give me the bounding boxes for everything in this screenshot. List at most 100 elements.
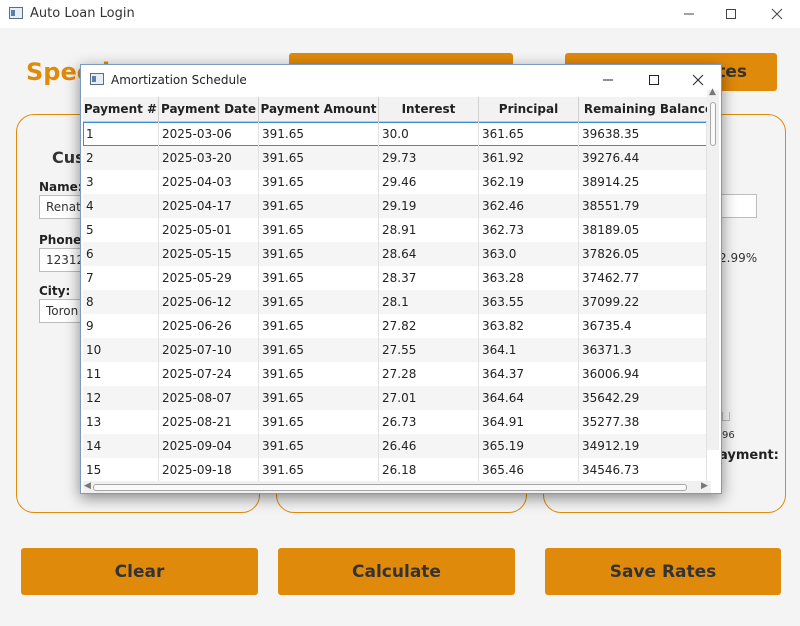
table-cell: 391.65 (259, 386, 379, 410)
table-cell: 2025-05-15 (159, 242, 259, 266)
minimize-icon (684, 13, 694, 15)
table-cell: 2025-03-06 (159, 122, 259, 146)
horizontal-scroll-thumb[interactable] (93, 484, 687, 491)
scroll-right-icon[interactable]: ▶ (701, 481, 708, 491)
table-row[interactable]: 8 2025-06-12 391.65 28.1 363.55 37099.22 (83, 290, 707, 314)
rate-value-text: 2.99% (719, 251, 758, 265)
maximize-button[interactable] (708, 0, 754, 28)
table-body: 1 2025-03-06 391.65 30.0 361.65 39638.35 2 2025… (83, 122, 707, 481)
table-cell: 35277.38 (579, 410, 707, 434)
table-cell: 2025-06-12 (159, 290, 259, 314)
table-cell: 29.19 (379, 194, 479, 218)
table-row[interactable]: 3 2025-04-03 391.65 29.46 362.19 38914.25 (83, 170, 707, 194)
table-cell: 391.65 (259, 194, 379, 218)
table-cell: 27.28 (379, 362, 479, 386)
close-button[interactable] (754, 0, 800, 28)
table-cell: 38914.25 (579, 170, 707, 194)
minimize-icon (603, 79, 613, 81)
table-cell: 35642.29 (579, 386, 707, 410)
table-cell: 391.65 (259, 290, 379, 314)
table-row[interactable]: 15 2025-09-18 391.65 26.18 365.46 34546.73 (83, 458, 707, 481)
table-cell: 391.65 (259, 170, 379, 194)
table-cell: 2025-08-07 (159, 386, 259, 410)
save-rates-button[interactable]: Save Rates (545, 548, 781, 595)
minimize-button[interactable] (666, 0, 712, 28)
main-title-bar: Auto Loan Login (0, 0, 800, 28)
table-row[interactable]: 6 2025-05-15 391.65 28.64 363.0 37826.05 (83, 242, 707, 266)
scroll-up-icon[interactable]: ▲ (709, 87, 716, 97)
table-row[interactable]: 9 2025-06-26 391.65 27.82 363.82 36735.4 (83, 314, 707, 338)
table-cell: 4 (83, 194, 159, 218)
table-cell: 362.46 (479, 194, 579, 218)
column-header[interactable]: Payment # (83, 97, 159, 121)
table-cell: 2025-09-04 (159, 434, 259, 458)
dialog-minimize-button[interactable] (585, 65, 631, 95)
table-cell: 2025-04-17 (159, 194, 259, 218)
table-row[interactable]: 13 2025-08-21 391.65 26.73 364.91 35277.38 (83, 410, 707, 434)
table-cell: 8 (83, 290, 159, 314)
table-cell: 7 (83, 266, 159, 290)
table-cell: 34546.73 (579, 458, 707, 481)
table-cell: 12 (83, 386, 159, 410)
table-cell: 26.73 (379, 410, 479, 434)
column-header[interactable]: Payment Date (159, 97, 259, 121)
table-cell: 9 (83, 314, 159, 338)
table-row[interactable]: 10 2025-07-10 391.65 27.55 364.1 36371.3 (83, 338, 707, 362)
table-cell: 27.55 (379, 338, 479, 362)
table-cell: 2025-07-24 (159, 362, 259, 386)
table-cell: 362.19 (479, 170, 579, 194)
window-title: Auto Loan Login (30, 6, 135, 21)
dialog-title-bar: Amortization Schedule (81, 65, 721, 95)
clear-button[interactable]: Clear (21, 548, 258, 595)
table-cell: 3 (83, 170, 159, 194)
table-row[interactable]: 2 2025-03-20 391.65 29.73 361.92 39276.44 (83, 146, 707, 170)
table-cell: 363.55 (479, 290, 579, 314)
table-cell: 391.65 (259, 314, 379, 338)
table-cell: 2025-03-20 (159, 146, 259, 170)
table-cell: 29.46 (379, 170, 479, 194)
close-icon (771, 8, 783, 20)
scroll-left-icon[interactable]: ◀ (84, 481, 91, 491)
table-cell: 34912.19 (579, 434, 707, 458)
table-cell: 364.64 (479, 386, 579, 410)
calculate-button[interactable]: Calculate (278, 548, 515, 595)
table-cell: 37462.77 (579, 266, 707, 290)
table-row[interactable]: 5 2025-05-01 391.65 28.91 362.73 38189.05 (83, 218, 707, 242)
table-cell: 26.18 (379, 458, 479, 481)
table-row[interactable]: 4 2025-04-17 391.65 29.19 362.46 38551.79 (83, 194, 707, 218)
column-header[interactable]: Interest (379, 97, 479, 121)
table-cell: 28.37 (379, 266, 479, 290)
city-label: City: (39, 284, 71, 298)
maximize-icon (726, 9, 736, 19)
table-cell: 38551.79 (579, 194, 707, 218)
table-row[interactable]: 14 2025-09-04 391.65 26.46 365.19 34912.19 (83, 434, 707, 458)
phone-label: Phone: (39, 233, 87, 247)
table-cell: 14 (83, 434, 159, 458)
table-header: Payment # Payment Date Payment Amount In… (83, 97, 719, 122)
table-row[interactable]: 12 2025-08-07 391.65 27.01 364.64 35642.29 (83, 386, 707, 410)
table-cell: 27.82 (379, 314, 479, 338)
table-row[interactable]: 11 2025-07-24 391.65 27.28 364.37 36006.94 (83, 362, 707, 386)
column-header[interactable]: Principal (479, 97, 579, 121)
table-cell: 30.0 (379, 122, 479, 146)
column-header[interactable]: Payment Amount (259, 97, 379, 121)
dialog-maximize-button[interactable] (631, 65, 677, 95)
dialog-title: Amortization Schedule (111, 73, 247, 87)
vertical-scrollbar[interactable]: ▲ (707, 87, 719, 450)
table-cell: 391.65 (259, 218, 379, 242)
table-cell: 13 (83, 410, 159, 434)
table-cell: 391.65 (259, 458, 379, 481)
table-cell: 11 (83, 362, 159, 386)
table-row[interactable]: 7 2025-05-29 391.65 28.37 363.28 37462.77 (83, 266, 707, 290)
table-cell: 10 (83, 338, 159, 362)
table-cell: 29.73 (379, 146, 479, 170)
table-cell: 362.73 (479, 218, 579, 242)
table-cell: 391.65 (259, 338, 379, 362)
table-cell: 39276.44 (579, 146, 707, 170)
horizontal-scrollbar[interactable]: ◀ ▶ (83, 481, 711, 493)
column-header[interactable]: Remaining Balance (579, 97, 719, 121)
vertical-scroll-thumb[interactable] (710, 102, 716, 146)
table-cell: 391.65 (259, 122, 379, 146)
maximize-icon (649, 75, 659, 85)
table-row[interactable]: 1 2025-03-06 391.65 30.0 361.65 39638.35 (83, 122, 707, 146)
